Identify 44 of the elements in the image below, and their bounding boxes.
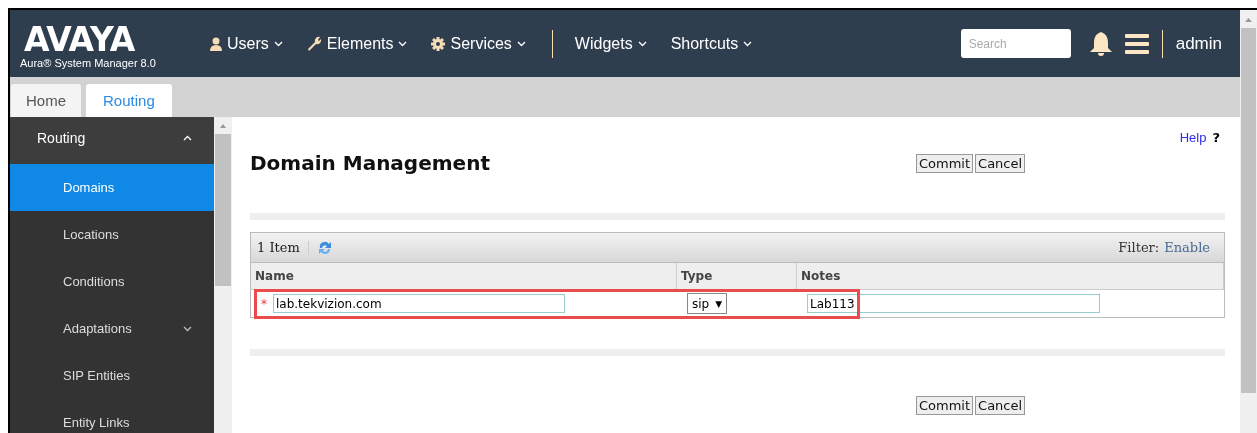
button[interactable]: Cancel — [975, 153, 1026, 173]
column-header[interactable]: Notes — [797, 263, 1224, 290]
filter-label: Filter: — [1118, 240, 1160, 255]
nav-menu[interactable]: Services — [431, 34, 526, 53]
chevron-down-icon — [183, 325, 192, 332]
button[interactable]: Cancel — [975, 396, 1026, 415]
sidebar-group[interactable]: Routing — [10, 117, 214, 164]
nav-menu[interactable]: Widgets — [574, 34, 647, 53]
chevron-down-icon — [516, 40, 526, 47]
chevron-down-icon — [273, 40, 283, 47]
avaya-logo: AVAYA — [24, 22, 135, 57]
product-name: Aura® System Manager 8.0 — [20, 56, 156, 69]
filter-enable-link[interactable]: Enable — [1164, 240, 1210, 255]
user-name[interactable]: admin — [1175, 33, 1222, 54]
help-link[interactable]: Help — [1179, 129, 1207, 145]
required-mark: * — [261, 296, 267, 311]
sidebar-item[interactable]: Domains — [10, 164, 214, 211]
user-icon — [210, 36, 222, 51]
tab[interactable]: Routing — [86, 84, 172, 117]
scrollbar[interactable] — [214, 117, 232, 433]
type-select[interactable]: sip ▼ — [687, 293, 728, 314]
button[interactable]: Commit — [916, 153, 974, 173]
column-header[interactable]: Name — [251, 263, 677, 290]
button[interactable]: Commit — [916, 396, 974, 415]
gear-icon — [431, 36, 446, 51]
notes-field[interactable]: Lab113 — [807, 294, 1100, 313]
wrench-icon — [306, 36, 322, 51]
page-title: Domain Management — [250, 151, 491, 175]
search-field[interactable]: Search — [960, 29, 1071, 58]
notification-bell-icon[interactable] — [1088, 30, 1113, 57]
refresh-icon[interactable] — [316, 239, 333, 256]
tab[interactable]: Home — [11, 84, 81, 117]
help-mark: ? — [1212, 129, 1220, 145]
name-field[interactable]: lab.tekvizion.com — [273, 294, 565, 313]
nav-menu[interactable]: Elements — [306, 34, 408, 53]
nav-menu[interactable]: Shortcuts — [670, 34, 753, 53]
chevron-down-icon — [743, 40, 753, 47]
menu-icon[interactable] — [1124, 33, 1149, 54]
page-scrollbar[interactable] — [1240, 10, 1257, 433]
column-header[interactable]: Type — [677, 263, 797, 290]
item-count: 1 Item — [257, 240, 300, 255]
chevron-down-icon — [398, 40, 408, 47]
chevron-down-icon — [637, 40, 647, 47]
nav-menu[interactable]: Users — [210, 34, 283, 53]
